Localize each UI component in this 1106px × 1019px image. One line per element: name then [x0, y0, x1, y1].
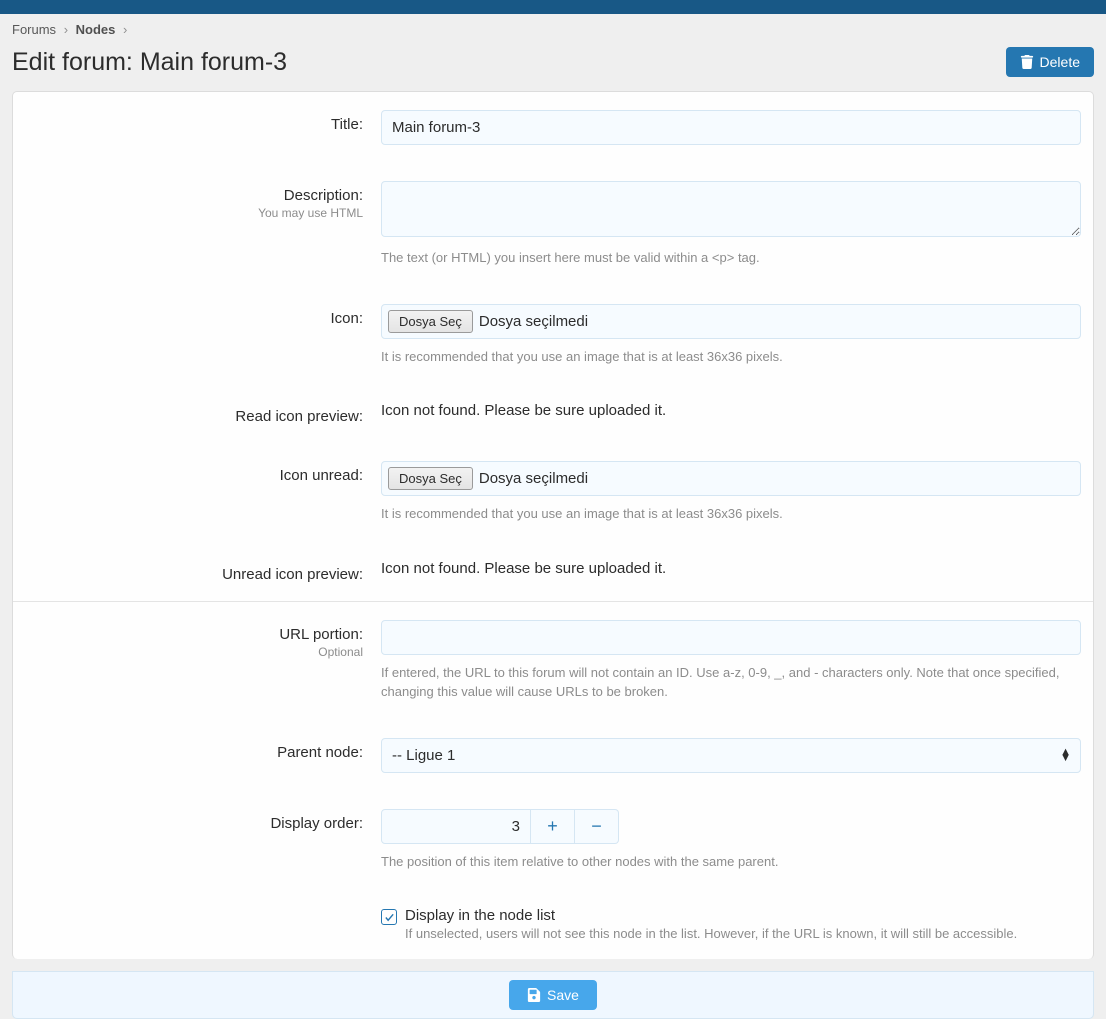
display-order-label: Display order:	[25, 815, 363, 832]
save-label: Save	[547, 987, 579, 1003]
row-unread-preview: Unread icon preview: Icon not found. Ple…	[13, 542, 1093, 601]
form-panel: Title: Description: You may use HTML The…	[12, 91, 1094, 959]
row-description: Description: You may use HTML The text (…	[13, 163, 1093, 286]
icon-hint: It is recommended that you use an image …	[381, 347, 1081, 367]
description-label: Description:	[25, 187, 363, 204]
chevron-right-icon: ›	[123, 22, 127, 37]
icon-unread-hint: It is recommended that you use an image …	[381, 504, 1081, 524]
icon-file-status: Dosya seçilmedi	[479, 313, 588, 330]
url-portion-label: URL portion:	[25, 626, 363, 643]
breadcrumb: Forums › Nodes ›	[0, 14, 1106, 45]
description-sublabel: You may use HTML	[25, 206, 363, 220]
description-textarea[interactable]	[381, 181, 1081, 237]
save-icon	[527, 988, 541, 1002]
display-order-decrement[interactable]: −	[575, 809, 619, 844]
icon-label: Icon:	[25, 310, 363, 327]
icon-file-button[interactable]: Dosya Seç	[388, 310, 473, 333]
title-input[interactable]	[381, 110, 1081, 145]
trash-icon	[1020, 55, 1034, 69]
display-order-hint: The position of this item relative to ot…	[381, 852, 1081, 872]
chevron-right-icon: ›	[64, 22, 68, 37]
url-portion-sublabel: Optional	[25, 645, 363, 659]
read-preview-label: Read icon preview:	[25, 408, 363, 425]
display-in-list-label: Display in the node list	[405, 907, 1017, 924]
breadcrumb-forums[interactable]: Forums	[12, 22, 56, 37]
row-read-preview: Read icon preview: Icon not found. Pleas…	[13, 384, 1093, 443]
icon-unread-file-status: Dosya seçilmedi	[479, 470, 588, 487]
delete-label: Delete	[1040, 54, 1080, 70]
save-button[interactable]: Save	[509, 980, 597, 1010]
icon-unread-label: Icon unread:	[25, 467, 363, 484]
url-portion-hint: If entered, the URL to this forum will n…	[381, 663, 1081, 702]
display-in-list-hint: If unselected, users will not see this n…	[405, 926, 1017, 941]
check-icon	[384, 912, 395, 923]
url-portion-input[interactable]	[381, 620, 1081, 655]
row-url-portion: URL portion: Optional If entered, the UR…	[13, 601, 1093, 720]
row-parent-node: Parent node: -- Ligue 1 ▲▼	[13, 720, 1093, 791]
page-title: Edit forum: Main forum-3	[12, 48, 287, 77]
row-display-in-list: Display in the node list If unselected, …	[13, 889, 1093, 959]
parent-node-label: Parent node:	[25, 744, 363, 761]
delete-button[interactable]: Delete	[1006, 47, 1094, 77]
display-order-input[interactable]	[381, 809, 531, 844]
breadcrumb-nodes[interactable]: Nodes	[76, 22, 116, 37]
display-order-increment[interactable]: +	[531, 809, 575, 844]
read-preview-text: Icon not found. Please be sure uploaded …	[381, 402, 1081, 419]
description-hint: The text (or HTML) you insert here must …	[381, 248, 1081, 268]
icon-file-wrap: Dosya Seç Dosya seçilmedi	[381, 304, 1081, 339]
row-icon-unread: Icon unread: Dosya Seç Dosya seçilmedi I…	[13, 443, 1093, 542]
title-label: Title:	[25, 116, 363, 133]
display-in-list-checkbox[interactable]	[381, 909, 397, 925]
app-topbar	[0, 0, 1106, 14]
row-icon: Icon: Dosya Seç Dosya seçilmedi It is re…	[13, 286, 1093, 385]
parent-node-select[interactable]: -- Ligue 1	[381, 738, 1081, 773]
icon-unread-file-wrap: Dosya Seç Dosya seçilmedi	[381, 461, 1081, 496]
unread-preview-label: Unread icon preview:	[25, 566, 363, 583]
row-title: Title:	[13, 92, 1093, 163]
page-header: Edit forum: Main forum-3 Delete	[0, 45, 1106, 91]
row-display-order: Display order: + − The position of this …	[13, 791, 1093, 890]
unread-preview-text: Icon not found. Please be sure uploaded …	[381, 560, 1081, 577]
icon-unread-file-button[interactable]: Dosya Seç	[388, 467, 473, 490]
save-bar: Save	[12, 971, 1094, 1019]
